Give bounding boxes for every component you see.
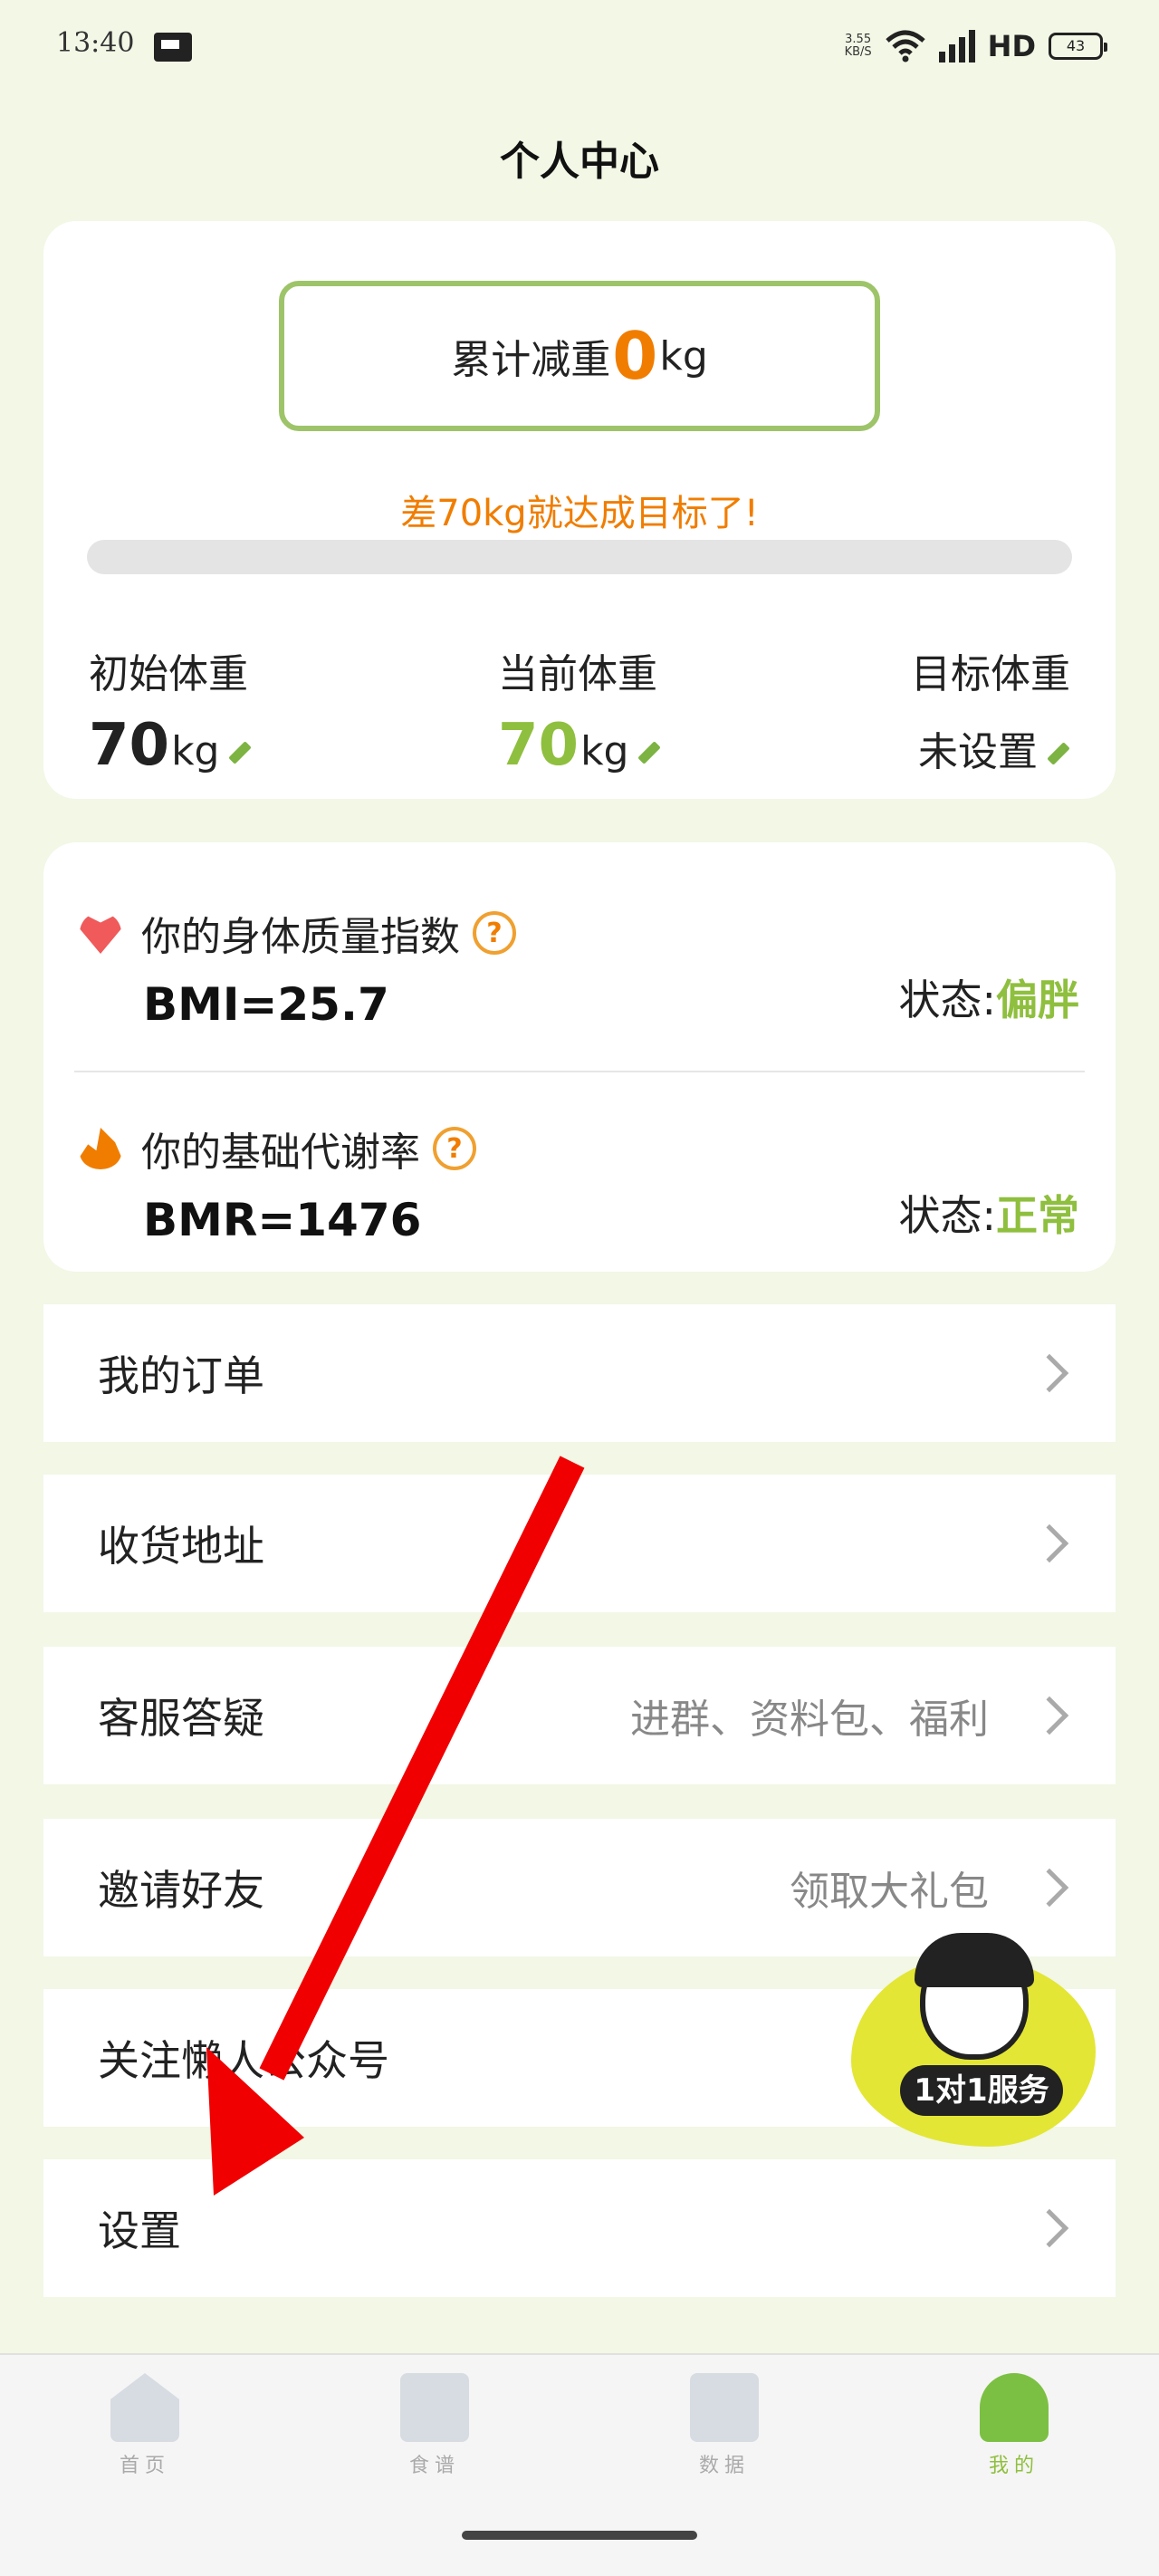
tab-data[interactable]: 数据: [670, 2373, 779, 2478]
chevron-right-icon: [1030, 1523, 1069, 1563]
home-icon: [110, 2373, 179, 2442]
tab-label: 食谱: [408, 2455, 460, 2477]
menu-label: 客服答疑: [98, 1694, 264, 1743]
bmr-state: 状态:正常: [898, 1191, 1080, 1240]
bar-chart-icon: [690, 2373, 759, 2442]
initial-weight[interactable]: 初始体重 70 kg: [89, 641, 253, 779]
total-loss-value: 0: [612, 318, 658, 394]
tab-recipes[interactable]: 食谱: [380, 2373, 489, 2478]
current-weight-value: 70: [498, 712, 580, 779]
goal-progress-bar: [87, 540, 1072, 574]
status-indicators: 3.55 KB/S HD 43: [844, 29, 1107, 63]
menu-customer-service[interactable]: 客服答疑 进群、资料包、福利: [43, 1647, 1116, 1784]
network-speed: 3.55 KB/S: [844, 33, 872, 59]
status-time: 13:40: [56, 27, 135, 59]
divider: [74, 1071, 1085, 1072]
menu-subtitle: 进群、资料包、福利: [630, 1697, 989, 1743]
current-weight[interactable]: 当前体重 70 kg: [498, 641, 662, 779]
current-weight-unit: kg: [580, 728, 629, 774]
total-loss-box: 累计减重 0 kg: [279, 281, 880, 431]
goal-message: 差70kg就达成目标了!: [400, 493, 759, 534]
home-indicator[interactable]: [462, 2531, 697, 2540]
initial-weight-label: 初始体重: [89, 651, 248, 697]
menu-subtitle: 领取大礼包: [790, 1869, 989, 1915]
service-badge-label: 1对1服务: [900, 2065, 1063, 2116]
tab-label: 我的: [988, 2455, 1039, 2477]
cellular-signal-icon: [938, 30, 975, 62]
target-weight[interactable]: 目标体重 未设置: [911, 641, 1070, 777]
target-weight-label: 目标体重: [911, 651, 1070, 697]
chevron-right-icon: [1030, 2208, 1069, 2248]
page-title: 个人中心: [500, 139, 659, 185]
image-notification-icon: [154, 33, 192, 62]
target-weight-value: 未设置: [918, 729, 1038, 775]
total-loss-prefix: 累计减重: [451, 337, 611, 383]
weight-summary-card: 累计减重 0 kg 差70kg就达成目标了! 初始体重 70 kg 当前体重 7…: [43, 221, 1116, 799]
person-icon: [980, 2373, 1049, 2442]
one-on-one-service-button[interactable]: 1对1服务: [851, 1929, 1105, 2156]
hd-indicator: HD: [987, 29, 1036, 63]
bmi-state-value: 偏胖: [996, 976, 1079, 1024]
flame-icon: [80, 1128, 121, 1169]
total-loss-unit: kg: [659, 332, 708, 380]
wifi-icon: [885, 30, 925, 62]
document-icon: [400, 2373, 469, 2442]
chevron-right-icon: [1030, 1353, 1069, 1393]
bmi-title: 你的身体质量指数: [141, 914, 460, 960]
edit-pencil-icon[interactable]: [1047, 742, 1070, 765]
battery-icon: 43: [1049, 33, 1107, 60]
agent-hair: [915, 1933, 1034, 1987]
tab-label: 数据: [698, 2455, 750, 2477]
bmr-row: 你的基础代谢率 ? BMR=1476 状态:正常: [80, 1120, 1079, 1246]
bmi-value: BMI=25.7: [143, 978, 389, 1031]
chevron-right-icon: [1030, 1868, 1069, 1908]
tab-label: 首页: [119, 2455, 170, 2477]
tab-mine[interactable]: 我的: [960, 2373, 1068, 2478]
edit-pencil-icon[interactable]: [637, 741, 662, 764]
menu-settings[interactable]: 设置: [43, 2159, 1116, 2297]
bmi-row: 你的身体质量指数 ? BMI=25.7 状态:偏胖: [80, 904, 1079, 1031]
menu-label: 邀请好友: [98, 1866, 264, 1915]
edit-pencil-icon[interactable]: [228, 741, 253, 764]
menu-label: 我的订单: [98, 1351, 264, 1400]
bmr-state-value: 正常: [996, 1191, 1079, 1240]
chevron-right-icon: [1030, 1696, 1069, 1735]
bmi-state: 状态:偏胖: [898, 976, 1080, 1024]
menu-label: 关注懒人公众号: [98, 2036, 389, 2085]
menu-shipping-address[interactable]: 收货地址: [43, 1475, 1116, 1612]
heart-rate-icon: [80, 914, 121, 954]
menu-label: 收货地址: [98, 1522, 264, 1571]
bmi-help-icon[interactable]: ?: [473, 911, 516, 955]
bmr-help-icon[interactable]: ?: [433, 1127, 476, 1170]
bmr-title: 你的基础代谢率: [141, 1129, 420, 1176]
menu-label: 设置: [98, 2206, 181, 2255]
initial-weight-unit: kg: [171, 728, 220, 774]
bmr-value: BMR=1476: [143, 1194, 422, 1246]
body-index-card: 你的身体质量指数 ? BMI=25.7 状态:偏胖 你的基础代谢率 ? BMR=…: [43, 842, 1116, 1272]
menu-my-orders[interactable]: 我的订单: [43, 1304, 1116, 1442]
current-weight-label: 当前体重: [498, 651, 657, 697]
tab-home[interactable]: 首页: [91, 2373, 199, 2478]
status-bar: 13:40 3.55 KB/S HD 43: [0, 0, 1159, 94]
initial-weight-value: 70: [89, 712, 170, 779]
bottom-tab-bar: 首页 食谱 数据 我的: [0, 2353, 1159, 2576]
